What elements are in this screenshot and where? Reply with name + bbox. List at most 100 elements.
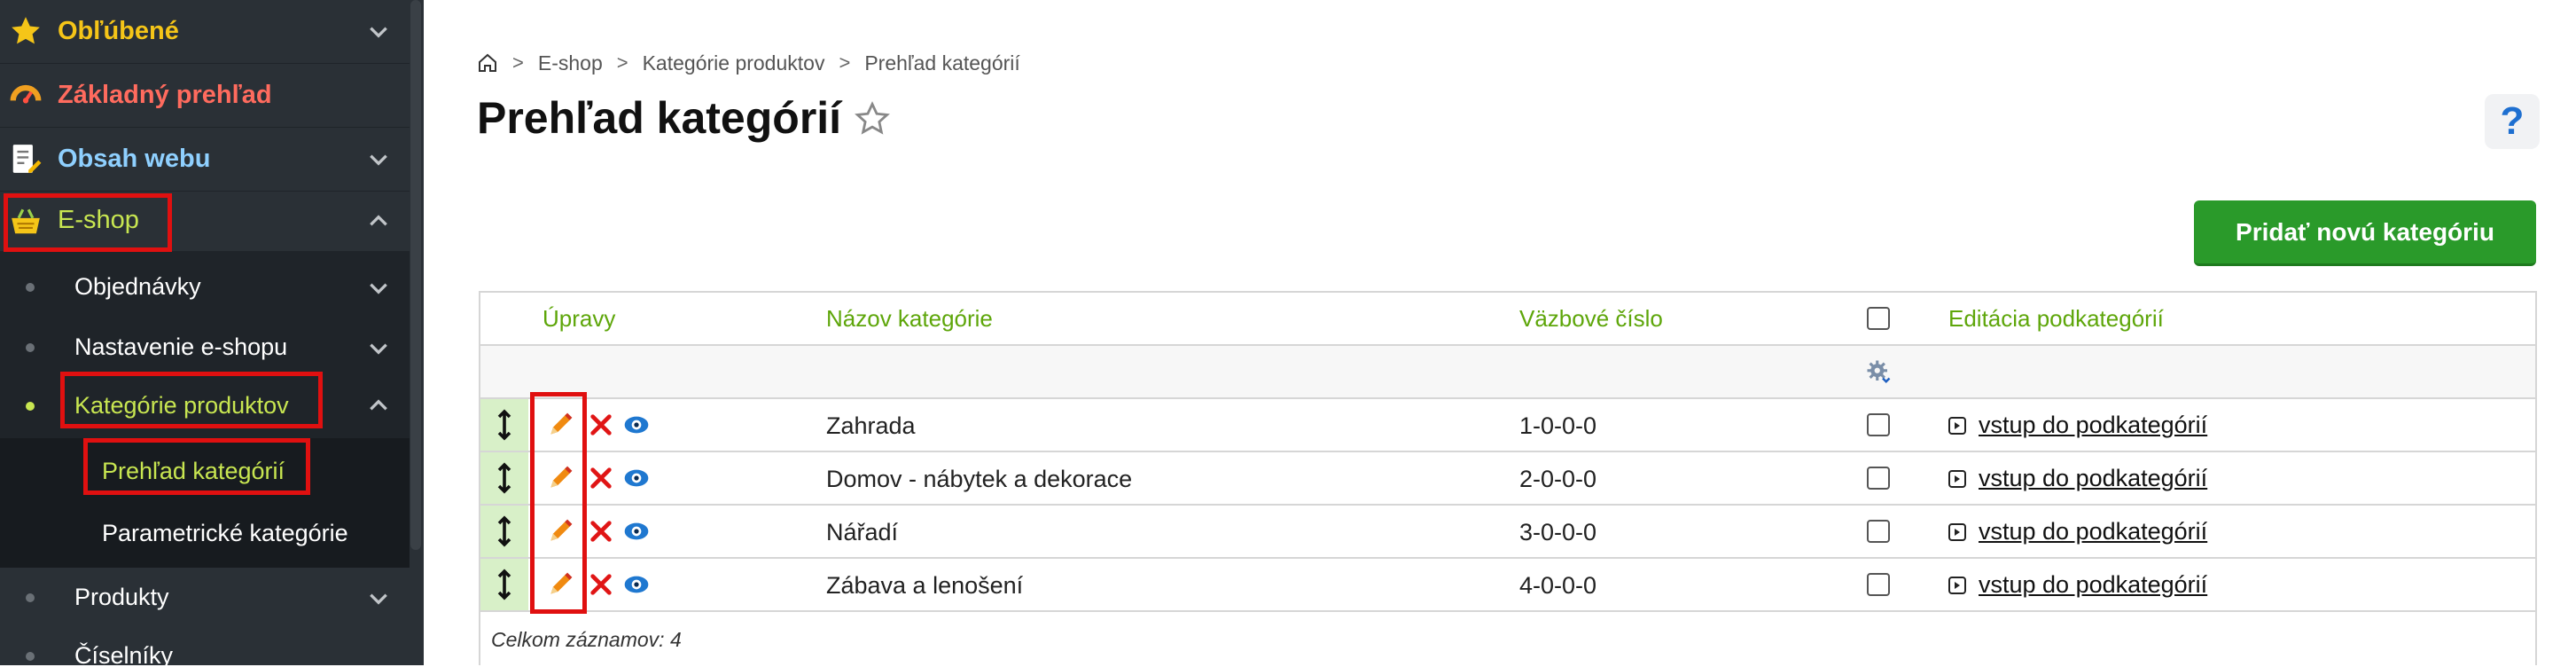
speedometer-icon [10, 84, 42, 104]
ref-number: 3-0-0-0 [1519, 519, 1597, 545]
basket-icon [12, 208, 40, 234]
enter-arrow-icon [1948, 576, 1966, 594]
subcategory-link[interactable]: vstup do podkategórií [1979, 518, 2207, 545]
home-icon[interactable] [477, 52, 498, 74]
breadcrumb-item-eshop[interactable]: E-shop [538, 51, 603, 75]
sidebar-item-category-overview[interactable]: Prehľad kategórií [0, 440, 410, 500]
chevron-down-icon[interactable] [367, 20, 390, 43]
sidebar-item-label: Produkty [74, 584, 169, 610]
sidebar-item-label: Základný prehľad [58, 81, 272, 109]
eye-view-icon[interactable] [622, 517, 651, 545]
sidebar-item-label: Obľúbené [58, 17, 179, 45]
row-checkbox[interactable] [1867, 413, 1890, 436]
table-header-row: Úpravy Názov kategórie Väzbové číslo Edi… [480, 293, 2535, 346]
category-name: Zábava a lenošení [826, 572, 1024, 599]
drag-handle-icon[interactable] [480, 559, 528, 610]
row-checkbox[interactable] [1867, 573, 1890, 596]
subcategory-link[interactable]: vstup do podkategórií [1979, 571, 2207, 599]
chevron-up-icon[interactable] [367, 209, 390, 232]
drag-handle-icon[interactable] [480, 399, 528, 451]
chevron-up-icon[interactable] [367, 394, 390, 417]
bullet-icon [26, 593, 35, 602]
drag-handle-icon[interactable] [480, 506, 528, 557]
sidebar-item-label: Nastavenie e-shopu [74, 334, 288, 360]
table-row[interactable]: Zahrada 1-0-0-0 vstup do podkategórií [480, 399, 2535, 452]
table-row[interactable]: Nářadí 3-0-0-0 vstup do podkategórií [480, 506, 2535, 559]
sidebar-item-orders[interactable]: Objednávky [0, 257, 410, 316]
sidebar-item-label: Obsah webu [58, 145, 211, 173]
subcategory-link-wrap[interactable]: vstup do podkategórií [1948, 412, 2207, 439]
subcategory-link[interactable]: vstup do podkategórií [1979, 412, 2207, 439]
column-header-name[interactable]: Názov kategórie [826, 305, 993, 333]
delete-icon[interactable] [587, 517, 615, 545]
subcategory-link-wrap[interactable]: vstup do podkategórií [1948, 571, 2207, 599]
add-category-button[interactable]: Pridať novú kategóriu [2194, 200, 2536, 266]
breadcrumb-separator: > [616, 51, 628, 74]
sidebar-item-eshop[interactable]: E-shop [0, 190, 410, 252]
edit-pencil-icon[interactable] [546, 411, 574, 439]
select-all-checkbox[interactable] [1867, 307, 1890, 330]
record-count: Celkom záznamov: 4 [491, 628, 682, 651]
edit-pencil-icon[interactable] [546, 464, 574, 492]
bullet-icon [26, 402, 35, 411]
page-title: Prehľad kategórií [477, 93, 842, 143]
sidebar-item-label: Číselníky [74, 642, 174, 665]
breadcrumb-separator: > [512, 51, 524, 74]
table-footer: Celkom záznamov: 4 [480, 612, 2535, 667]
column-header-subcategories: Editácia podkategórií [1948, 305, 2164, 332]
ref-number: 1-0-0-0 [1519, 412, 1597, 439]
edit-pencil-icon[interactable] [546, 517, 574, 545]
breadcrumb-item-product-categories[interactable]: Kategórie produktov [643, 51, 825, 75]
sidebar-item-label: Parametrické kategórie [102, 520, 348, 546]
eye-view-icon[interactable] [622, 411, 651, 439]
sidebar-item-dashboard[interactable]: Základný prehľad [0, 64, 410, 128]
categories-submenu: Prehľad kategórií Parametrické kategórie [0, 438, 410, 568]
star-icon [12, 17, 40, 44]
bullet-icon [26, 343, 35, 352]
delete-icon[interactable] [587, 464, 615, 492]
column-header-ref-number[interactable]: Väzbové číslo [1519, 305, 1663, 333]
bullet-icon [26, 652, 35, 661]
table-row[interactable]: Domov - nábytek a dekorace 2-0-0-0 vstup… [480, 452, 2535, 506]
sidebar-item-web-content[interactable]: Obsah webu [0, 128, 410, 192]
enter-arrow-icon [1948, 522, 1966, 541]
row-checkbox[interactable] [1867, 520, 1890, 543]
bullet-icon [26, 283, 35, 292]
chevron-down-icon[interactable] [367, 277, 390, 300]
subcategory-link-wrap[interactable]: vstup do podkategórií [1948, 465, 2207, 492]
sidebar-item-eshop-settings[interactable]: Nastavenie e-shopu [0, 318, 410, 376]
category-name: Nářadí [826, 519, 899, 545]
favorite-star-icon[interactable] [854, 100, 891, 137]
column-header-edits: Úpravy [543, 305, 616, 332]
help-button[interactable]: ? [2485, 94, 2540, 149]
row-checkbox[interactable] [1867, 467, 1890, 490]
document-edit-icon [12, 145, 42, 173]
edit-pencil-icon[interactable] [546, 570, 574, 599]
sidebar-scrollbar[interactable] [410, 0, 421, 550]
delete-icon[interactable] [587, 411, 615, 439]
chevron-down-icon[interactable] [367, 148, 390, 171]
sidebar-item-codelists[interactable]: Číselníky [0, 626, 410, 665]
bulk-settings-icon[interactable] [1865, 358, 1892, 385]
eye-view-icon[interactable] [622, 570, 651, 599]
sidebar-item-products[interactable]: Produkty [0, 568, 410, 626]
breadcrumb-separator: > [839, 51, 851, 74]
sidebar-item-favorites[interactable]: Obľúbené [0, 0, 410, 64]
chevron-down-icon[interactable] [367, 587, 390, 610]
sidebar-item-product-categories[interactable]: Kategórie produktov [0, 376, 410, 435]
eye-view-icon[interactable] [622, 464, 651, 492]
chevron-down-icon[interactable] [367, 337, 390, 360]
drag-handle-icon[interactable] [480, 452, 528, 504]
enter-arrow-icon [1948, 416, 1966, 435]
sidebar-item-parametric-categories[interactable]: Parametrické kategórie [0, 502, 410, 562]
sidebar-item-label: E-shop [58, 206, 139, 234]
subcategory-link-wrap[interactable]: vstup do podkategórií [1948, 518, 2207, 545]
breadcrumb-item-current: Prehľad kategórií [864, 51, 1020, 75]
table-row[interactable]: Zábava a lenošení 4-0-0-0 vstup do podka… [480, 559, 2535, 612]
subcategory-link[interactable]: vstup do podkategórií [1979, 465, 2207, 492]
delete-icon[interactable] [587, 570, 615, 599]
enter-arrow-icon [1948, 469, 1966, 488]
sidebar-item-label: Prehľad kategórií [102, 458, 285, 484]
table-filter-row [480, 346, 2535, 399]
ref-number: 2-0-0-0 [1519, 466, 1597, 492]
